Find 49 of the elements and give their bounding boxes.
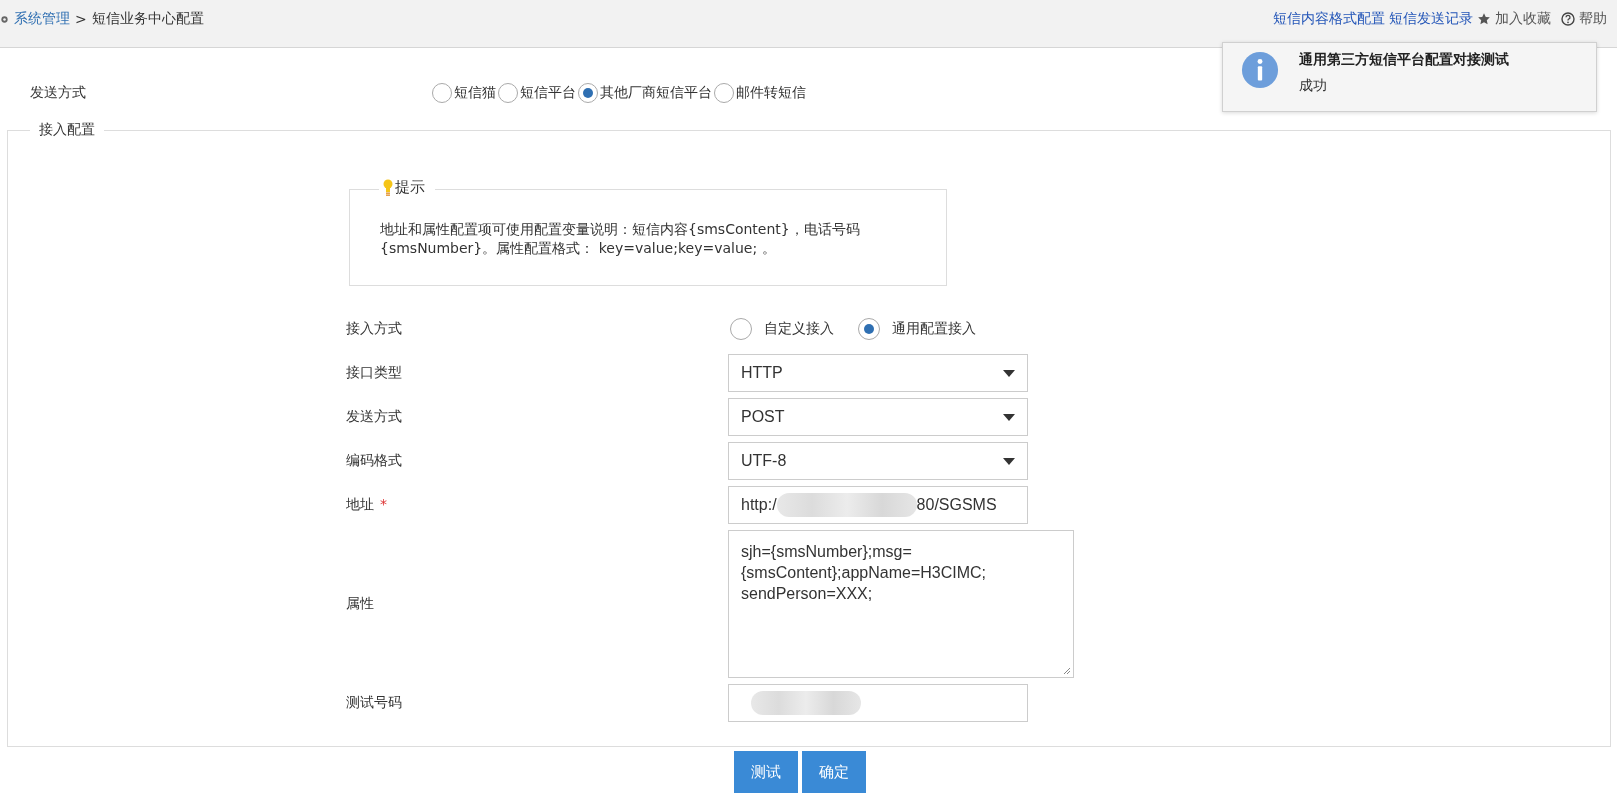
radio-button[interactable] bbox=[578, 83, 598, 103]
breadcrumb-separator: > bbox=[75, 11, 87, 27]
radio-label[interactable]: 其他厂商短信平台 bbox=[600, 84, 712, 102]
field-label: 接口类型 bbox=[346, 364, 402, 382]
input-field[interactable]: http:/ 80/SGSMS bbox=[728, 486, 1028, 524]
action-button[interactable]: 测试 bbox=[734, 751, 798, 793]
caret-icon bbox=[1003, 457, 1015, 465]
field-label: 测试号码 bbox=[346, 694, 402, 712]
required-mark: * bbox=[380, 496, 387, 514]
header-link[interactable]: 加入收藏 bbox=[1495, 10, 1551, 28]
caret-icon bbox=[1003, 369, 1015, 377]
header-link[interactable]: 帮助 bbox=[1579, 10, 1607, 28]
breadcrumb-current: 短信业务中心配置 bbox=[91, 10, 204, 28]
field-label: 接入方式 bbox=[346, 320, 402, 338]
radio-label[interactable]: 通用配置接入 bbox=[892, 320, 976, 338]
field-label: 属性 bbox=[346, 595, 374, 613]
radio-label[interactable]: 邮件转短信 bbox=[736, 84, 806, 102]
select-field[interactable]: UTF-8 bbox=[728, 442, 1028, 480]
radio-button[interactable] bbox=[498, 83, 518, 103]
field-label: 发送方式 bbox=[29, 84, 87, 102]
radio-button[interactable] bbox=[730, 318, 752, 340]
select-field[interactable]: POST bbox=[728, 398, 1028, 436]
input-field[interactable] bbox=[728, 684, 1028, 722]
radio-button[interactable] bbox=[714, 83, 734, 103]
help-icon bbox=[1561, 12, 1575, 26]
select-field[interactable]: HTTP bbox=[728, 354, 1028, 392]
text-area[interactable]: sjh={smsNumber};msg= {smsContent};appName=H3CIMC; sendPerson=XXX; bbox=[728, 530, 1074, 678]
header-link[interactable]: 短信内容格式配置 bbox=[1273, 10, 1385, 28]
field-label: 发送方式 bbox=[346, 408, 402, 426]
action-button[interactable]: 确定 bbox=[802, 751, 866, 793]
breadcrumb-link[interactable]: 系统管理 bbox=[14, 10, 70, 28]
hint-text: 地址和属性配置项可使用配置变量说明：短信内容{smsContent}，电话号码{smsNumber}。属性配置格式： key=value;key=value; 。 bbox=[380, 220, 861, 258]
info-icon bbox=[1241, 51, 1279, 89]
lightbulb-icon bbox=[383, 179, 393, 197]
panel-legend: 接入配置 bbox=[30, 121, 104, 139]
notification-message: 成功 bbox=[1299, 77, 1328, 95]
radio-button[interactable] bbox=[858, 318, 880, 340]
resize-handle-icon bbox=[1061, 665, 1071, 675]
radio-button[interactable] bbox=[432, 83, 452, 103]
radio-label[interactable]: 自定义接入 bbox=[764, 320, 834, 338]
header-link[interactable]: 短信发送记录 bbox=[1389, 10, 1473, 28]
radio-label[interactable]: 短信平台 bbox=[520, 84, 576, 102]
star-icon bbox=[1477, 12, 1491, 26]
caret-icon bbox=[1003, 413, 1015, 421]
field-label: 编码格式 bbox=[346, 452, 402, 470]
hint-title: 提示 bbox=[395, 177, 425, 197]
radio-label[interactable]: 短信猫 bbox=[454, 84, 496, 102]
field-label: 地址 bbox=[346, 496, 374, 514]
notification-title: 通用第三方短信平台配置对接测试 bbox=[1299, 51, 1509, 69]
